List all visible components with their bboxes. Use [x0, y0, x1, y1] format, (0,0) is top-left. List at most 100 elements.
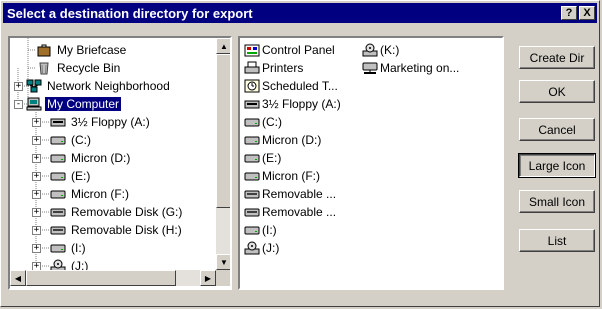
list-view-button[interactable]: List — [519, 229, 595, 252]
list-item-label: (E:) — [262, 151, 282, 165]
tree-item[interactable]: (I:) — [50, 239, 88, 257]
removable-disk-icon — [244, 187, 260, 201]
cd-drive-icon — [244, 241, 260, 255]
list-item[interactable]: 3½ Floppy (A:) — [244, 95, 341, 113]
cancel-button[interactable]: Cancel — [519, 118, 595, 141]
expand-icon[interactable]: + — [32, 226, 41, 235]
expand-icon[interactable]: + — [32, 136, 41, 145]
close-button[interactable]: X — [579, 6, 595, 20]
list-item[interactable]: (I:) — [244, 221, 277, 239]
folder-tree[interactable]: My Briefcase Recycle Bin + Network Neighbor… — [8, 36, 232, 290]
help-button[interactable]: ? — [561, 6, 577, 20]
expand-icon[interactable]: + — [32, 154, 41, 163]
hard-drive-icon — [50, 187, 66, 201]
list-item[interactable]: (E:) — [244, 149, 281, 167]
control-panel-icon — [244, 43, 260, 57]
removable-disk-icon — [244, 205, 260, 219]
scroll-down-button[interactable]: ▼ — [216, 254, 230, 270]
list-item-label: Scheduled T... — [262, 79, 338, 93]
expand-icon[interactable]: + — [32, 244, 41, 253]
list-item-label: Removable ... — [262, 205, 337, 219]
scroll-left-button[interactable]: ◀ — [10, 270, 26, 286]
hard-drive-icon — [244, 169, 260, 183]
tree-item[interactable]: My Computer — [26, 95, 123, 113]
computer-icon — [26, 97, 42, 111]
briefcase-icon — [36, 43, 52, 57]
list-item[interactable]: (C:) — [244, 113, 282, 131]
tree-item[interactable]: Removable Disk (H:) — [50, 221, 184, 239]
tree-item-label: Removable Disk (G:) — [71, 205, 183, 219]
hard-drive-icon — [244, 133, 260, 147]
tree-item[interactable]: Recycle Bin — [36, 59, 122, 77]
expand-icon[interactable]: + — [32, 208, 41, 217]
scrollbar-corner — [216, 270, 230, 286]
hard-drive-icon — [50, 241, 66, 255]
tree-item[interactable]: (E:) — [50, 167, 92, 185]
printers-icon — [244, 61, 260, 75]
scroll-right-button[interactable]: ▶ — [200, 270, 216, 286]
floppy-drive-icon — [50, 115, 66, 129]
hard-drive-icon — [50, 169, 66, 183]
list-item[interactable]: Micron (D:) — [244, 131, 321, 149]
list-item-label: Removable ... — [262, 187, 337, 201]
list-item-label: (J:) — [262, 241, 280, 255]
list-item-label: Micron (F:) — [262, 169, 320, 183]
tree-item[interactable]: Micron (F:) — [50, 185, 131, 203]
expand-icon[interactable]: + — [14, 82, 23, 91]
list-item[interactable]: (J:) — [244, 239, 279, 257]
list-item[interactable]: Removable ... — [244, 185, 336, 203]
tree-item-label: Removable Disk (H:) — [71, 223, 182, 237]
list-item[interactable]: Printers — [244, 59, 303, 77]
expand-icon[interactable]: + — [32, 118, 41, 127]
tree-item[interactable]: Micron (D:) — [50, 149, 132, 167]
list-item-label: Printers — [262, 61, 304, 75]
hard-drive-icon — [50, 151, 66, 165]
collapse-icon[interactable]: - — [14, 100, 23, 109]
tree-item[interactable]: Removable Disk (G:) — [50, 203, 184, 221]
tree-item-label: (C:) — [71, 133, 91, 147]
tree-item-label: (E:) — [71, 169, 91, 183]
create-dir-button[interactable]: Create Dir — [519, 46, 595, 69]
list-item[interactable]: Micron (F:) — [244, 167, 320, 185]
directory-list[interactable]: Control Panel Printers Scheduled T... 3½ Fl… — [238, 36, 504, 290]
hard-drive-icon — [50, 133, 66, 147]
list-item-label: (I:) — [262, 223, 277, 237]
dialog-title: Select a destination directory for expor… — [7, 5, 253, 21]
network-icon — [26, 79, 42, 93]
tree-item[interactable]: 3½ Floppy (A:) — [50, 113, 152, 131]
network-drive-icon — [362, 61, 378, 75]
list-item-label: 3½ Floppy (A:) — [262, 97, 341, 111]
list-item[interactable]: Removable ... — [244, 203, 336, 221]
list-item[interactable]: (K:) — [362, 41, 399, 59]
tree-item-label: (I:) — [71, 241, 86, 255]
export-directory-dialog: Select a destination directory for expor… — [0, 0, 600, 307]
list-item[interactable]: Marketing on... — [362, 59, 459, 77]
small-icon-button[interactable]: Small Icon — [519, 190, 595, 213]
tree-item-label: My Briefcase — [57, 43, 127, 57]
hard-drive-icon — [244, 151, 260, 165]
tree-item-label: Network Neighborhood — [47, 79, 170, 93]
vertical-scroll-thumb[interactable] — [216, 54, 230, 208]
scroll-up-button[interactable]: ▲ — [216, 38, 230, 54]
list-item-label: Control Panel — [262, 43, 335, 57]
tree-item-label: Recycle Bin — [57, 61, 121, 75]
tree-item[interactable]: My Briefcase — [36, 41, 128, 59]
recycle-bin-icon — [36, 61, 52, 75]
tree-item-label: 3½ Floppy (A:) — [71, 115, 150, 129]
large-icon-button[interactable]: Large Icon — [518, 153, 596, 178]
list-item[interactable]: Control Panel — [244, 41, 335, 59]
ok-button[interactable]: OK — [519, 80, 595, 103]
list-item-label: Marketing on... — [380, 61, 460, 75]
title-bar: Select a destination directory for expor… — [3, 3, 597, 23]
tree-item[interactable]: (C:) — [50, 131, 93, 149]
horizontal-scroll-thumb[interactable] — [26, 270, 176, 286]
tree-vertical-scrollbar[interactable]: ▲ ▼ — [216, 38, 230, 270]
expand-icon[interactable]: + — [32, 172, 41, 181]
tree-item[interactable]: Network Neighborhood — [26, 77, 172, 95]
expand-icon[interactable]: + — [32, 190, 41, 199]
removable-disk-icon — [50, 223, 66, 237]
scheduled-tasks-icon — [244, 79, 260, 93]
list-item-label: (K:) — [380, 43, 400, 57]
list-item[interactable]: Scheduled T... — [244, 77, 338, 95]
tree-horizontal-scrollbar[interactable]: ◀ ▶ — [10, 270, 216, 286]
